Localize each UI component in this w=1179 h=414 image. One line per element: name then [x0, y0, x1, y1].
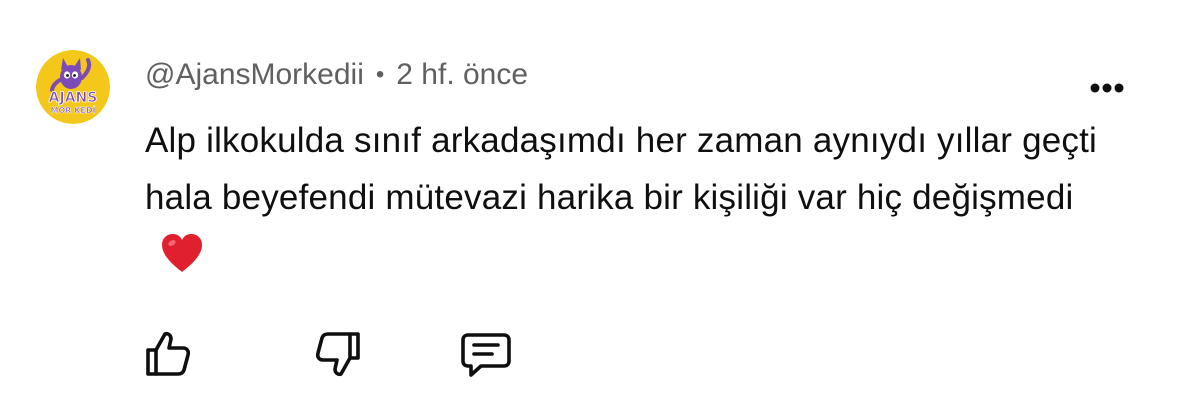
reply-button[interactable] [458, 326, 514, 382]
author-name[interactable]: @AjansMorkedii [145, 58, 364, 92]
thumbs-up-icon [146, 331, 191, 376]
comment-text: Alp ilkokulda sınıf arkadaşımdı her zama… [145, 121, 1097, 217]
avatar[interactable]: AJANS MOR KEDİ [36, 50, 110, 124]
like-button[interactable] [140, 326, 196, 382]
thumbs-down-icon [315, 332, 360, 377]
comment-meta: @AjansMorkedii • 2 hf. önce [145, 55, 528, 95]
more-options-button[interactable] [1082, 72, 1132, 104]
dislike-button[interactable] [310, 326, 366, 382]
heart-icon [159, 232, 205, 291]
avatar-logo-text-2: MOR KEDİ [51, 105, 96, 115]
comment-body: Alp ilkokulda sınıf arkadaşımdı her zama… [145, 112, 1105, 291]
meta-separator: • [375, 61, 385, 88]
comment-timestamp: 2 hf. önce [396, 58, 529, 91]
avatar-logo: AJANS MOR KEDİ [36, 50, 110, 124]
avatar-logo-text-1: AJANS [49, 90, 98, 106]
reply-comment-icon [461, 333, 511, 377]
more-options-icon [1090, 83, 1124, 93]
comment-item: AJANS MOR KEDİ @AjansMorkedii • 2 hf. ön… [0, 0, 1179, 414]
